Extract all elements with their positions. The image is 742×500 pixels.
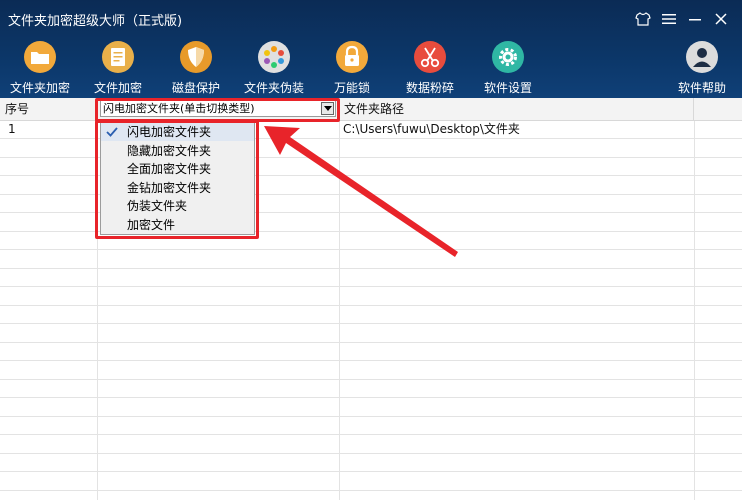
table-row — [0, 417, 742, 435]
column-header-empty — [694, 98, 742, 120]
data-shred-button[interactable]: 数据粉碎 — [390, 40, 470, 96]
title-bar: 文件夹加密超级大师（正式版) 文件夹加密 文件加密 磁盘保护 文件夹伪装 万能锁… — [0, 0, 742, 98]
document-icon — [102, 41, 134, 73]
tool-label: 文件夹伪装 — [243, 81, 304, 95]
table-row — [0, 251, 742, 269]
table-row — [0, 473, 742, 491]
window-controls — [632, 9, 732, 29]
table-row — [0, 325, 742, 343]
skin-button[interactable] — [632, 9, 654, 29]
shirt-icon — [635, 12, 651, 26]
table-row — [0, 343, 742, 361]
universal-lock-button[interactable]: 万能锁 — [312, 40, 392, 96]
close-button[interactable] — [710, 9, 732, 29]
palette-icon — [258, 41, 290, 73]
file-encrypt-button[interactable]: 文件加密 — [78, 40, 158, 96]
disk-protect-button[interactable]: 磁盘保护 — [156, 40, 236, 96]
tool-label: 数据粉碎 — [405, 81, 454, 95]
highlight-box-options — [95, 120, 259, 239]
table-row — [0, 380, 742, 398]
table-row — [0, 269, 742, 287]
app-window: 文件夹加密超级大师（正式版) 文件夹加密 文件加密 磁盘保护 文件夹伪装 万能锁… — [0, 0, 742, 500]
tool-label: 软件帮助 — [677, 81, 726, 95]
toolbar: 文件夹加密 文件加密 磁盘保护 文件夹伪装 万能锁 数据粉碎 软件设置 软件帮助 — [0, 40, 742, 98]
tool-label: 文件夹加密 — [9, 81, 70, 95]
folder-disguise-button[interactable]: 文件夹伪装 — [234, 40, 314, 96]
window-title: 文件夹加密超级大师（正式版) — [8, 14, 183, 29]
menu-icon — [662, 14, 676, 24]
help-button[interactable]: 软件帮助 — [662, 40, 742, 96]
minimize-button[interactable] — [684, 9, 706, 29]
table-row — [0, 399, 742, 417]
column-header-seq[interactable]: 序号 — [0, 98, 97, 120]
row-seq: 1 — [8, 122, 16, 136]
tool-label: 磁盘保护 — [171, 81, 220, 95]
folder-encrypt-button[interactable]: 文件夹加密 — [0, 40, 80, 96]
settings-button[interactable]: 软件设置 — [468, 40, 548, 96]
close-icon — [715, 13, 727, 25]
column-header-path[interactable]: 文件夹路径 — [339, 98, 694, 120]
shield-icon — [180, 41, 212, 73]
user-help-icon — [686, 41, 718, 73]
row-path: C:\Users\fuwu\Desktop\文件夹 — [343, 122, 520, 136]
menu-button[interactable] — [658, 9, 680, 29]
tool-label: 万能锁 — [333, 81, 370, 95]
table-row — [0, 436, 742, 454]
highlight-box-select — [95, 98, 340, 122]
table-row — [0, 288, 742, 306]
table-row — [0, 306, 742, 324]
table-row — [0, 454, 742, 472]
scissors-icon — [414, 41, 446, 73]
minimize-icon — [689, 19, 701, 21]
folder-icon — [24, 41, 56, 73]
table-row — [0, 362, 742, 380]
tool-label: 软件设置 — [483, 81, 532, 95]
gear-icon — [492, 41, 524, 73]
padlock-icon — [336, 41, 368, 73]
tool-label: 文件加密 — [93, 81, 142, 95]
